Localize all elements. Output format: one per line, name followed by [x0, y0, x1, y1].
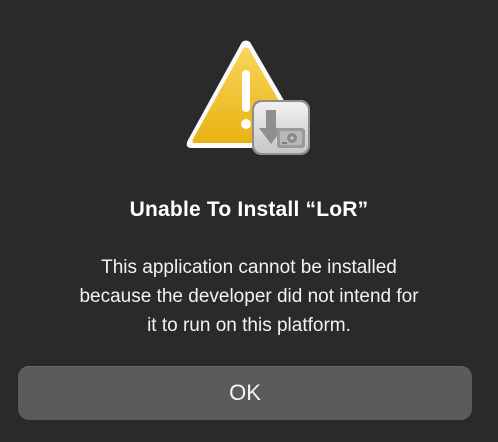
installer-disk-icon: [252, 100, 310, 155]
warning-triangle-icon: [186, 40, 310, 155]
message-line: because the developer did not intend for: [79, 286, 419, 307]
dialog-title: Unable To Install “LoR”: [129, 198, 369, 221]
message-line: it to run on this platform.: [147, 315, 351, 336]
warning-installer-icon: [186, 40, 312, 158]
alert-dialog: Unable To Install “LoR” This application…: [0, 0, 498, 442]
dialog-message: This application cannot be installed bec…: [24, 253, 474, 340]
message-line: This application cannot be installed: [101, 257, 397, 278]
ok-button[interactable]: OK: [18, 366, 472, 420]
